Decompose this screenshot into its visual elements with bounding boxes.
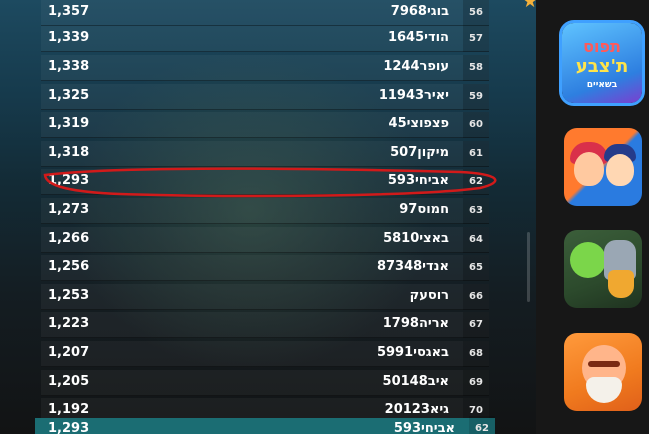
row-player-name: אביחי593 bbox=[387, 173, 449, 188]
row-rank: 61 bbox=[463, 141, 489, 167]
row-rank: 62 bbox=[463, 169, 489, 195]
row-rank: 57 bbox=[463, 26, 489, 52]
row-rank: 67 bbox=[463, 312, 489, 338]
game-thumbnail: תפוס ת'צבע בשאיים bbox=[562, 23, 642, 103]
row-score: 1,205 bbox=[48, 374, 90, 389]
games-sidebar: תפוס ת'צבע בשאיים bbox=[536, 0, 649, 434]
row-rank: 59 bbox=[463, 84, 489, 110]
row-player-name: בוגי7968 bbox=[390, 4, 449, 19]
current-player-name: אביחי593 bbox=[393, 421, 455, 434]
row-player-name: אריה1798 bbox=[382, 316, 449, 331]
row-score: 1,338 bbox=[48, 59, 90, 74]
row-score: 1,325 bbox=[48, 88, 90, 103]
row-player-name: אנדי87348 bbox=[376, 259, 449, 274]
game-tile[interactable] bbox=[564, 333, 642, 411]
row-player-name: עופר1244 bbox=[383, 59, 449, 74]
row-score: 1,339 bbox=[48, 30, 90, 45]
table-row[interactable]: 1,253 רוסעק 66 bbox=[41, 284, 489, 310]
row-player-name: באצי5810 bbox=[383, 231, 449, 246]
game-thumbnail bbox=[564, 230, 642, 308]
row-player-name: באגסי5991 bbox=[376, 345, 449, 360]
game-tile[interactable] bbox=[564, 230, 642, 308]
current-player-score: 1,293 bbox=[48, 421, 90, 434]
table-row[interactable]: 1,205 איב50148 69 bbox=[41, 370, 489, 396]
table-row[interactable]: 1,223 אריה1798 67 bbox=[41, 312, 489, 338]
scrollbar[interactable] bbox=[527, 232, 530, 302]
row-player-name: גיא20123 bbox=[384, 402, 449, 417]
current-player-row[interactable]: 1,293 אביחי593 62 bbox=[35, 416, 495, 434]
game-thumbnail bbox=[564, 333, 642, 411]
current-player-rank: 62 bbox=[469, 416, 495, 434]
row-player-name: רוסעק bbox=[409, 288, 449, 303]
row-rank: 64 bbox=[463, 227, 489, 253]
table-row[interactable]: 1,256 אנדי87348 65 bbox=[41, 255, 489, 281]
row-rank: 63 bbox=[463, 198, 489, 224]
row-score: 1,357 bbox=[48, 4, 90, 19]
row-rank: 60 bbox=[463, 112, 489, 138]
row-score: 1,319 bbox=[48, 116, 90, 131]
table-row[interactable]: 1,266 באצי5810 64 bbox=[41, 227, 489, 253]
game-title-line: ת'צבע bbox=[575, 56, 629, 77]
game-title-line: תפוס bbox=[583, 37, 621, 56]
table-row[interactable]: 1,207 באגסי5991 68 bbox=[41, 341, 489, 367]
leaderboard-panel: ★ 1,357 בוגי7968 56 1,339 הודי1645 57 1,… bbox=[0, 0, 538, 434]
row-player-name: פצפוצי45 bbox=[388, 116, 449, 131]
table-row[interactable]: 1,338 עופר1244 58 bbox=[41, 55, 489, 81]
game-thumbnail bbox=[564, 128, 642, 206]
row-score: 1,266 bbox=[48, 231, 90, 246]
row-score: 1,253 bbox=[48, 288, 90, 303]
table-row[interactable]: 1,319 פצפוצי45 60 bbox=[41, 112, 489, 138]
game-tile[interactable] bbox=[564, 128, 642, 206]
row-rank: 68 bbox=[463, 341, 489, 367]
row-score: 1,318 bbox=[48, 145, 90, 160]
row-rank: 69 bbox=[463, 370, 489, 396]
row-player-name: חמוס97 bbox=[399, 202, 449, 217]
row-rank: 66 bbox=[463, 284, 489, 310]
table-row[interactable]: 1,273 חמוס97 63 bbox=[41, 198, 489, 224]
row-score: 1,223 bbox=[48, 316, 90, 331]
row-rank: 56 bbox=[463, 0, 489, 26]
row-score: 1,192 bbox=[48, 402, 90, 417]
leaderboard-list[interactable]: 1,357 בוגי7968 56 1,339 הודי1645 57 1,33… bbox=[35, 0, 495, 434]
row-player-name: הודי1645 bbox=[387, 30, 449, 45]
game-title-line: בשאיים bbox=[586, 80, 618, 90]
row-score: 1,256 bbox=[48, 259, 90, 274]
game-tile-selected[interactable]: תפוס ת'צבע בשאיים bbox=[559, 20, 645, 106]
row-score: 1,207 bbox=[48, 345, 90, 360]
table-row[interactable]: 1,318 מיקון507 61 bbox=[41, 141, 489, 167]
table-row[interactable]: 1,325 יאיר11943 59 bbox=[41, 84, 489, 110]
row-score: 1,273 bbox=[48, 202, 90, 217]
row-player-name: מיקון507 bbox=[390, 145, 449, 160]
row-rank: 65 bbox=[463, 255, 489, 281]
table-row[interactable]: 1,357 בוגי7968 56 bbox=[41, 0, 489, 26]
row-score: 1,293 bbox=[48, 173, 90, 188]
row-rank: 58 bbox=[463, 55, 489, 81]
table-row[interactable]: 1,339 הודי1645 57 bbox=[41, 26, 489, 52]
row-player-name: יאיר11943 bbox=[378, 88, 449, 103]
row-player-name: איב50148 bbox=[382, 374, 449, 389]
table-row[interactable]: 1,293 אביחי593 62 bbox=[41, 169, 489, 195]
